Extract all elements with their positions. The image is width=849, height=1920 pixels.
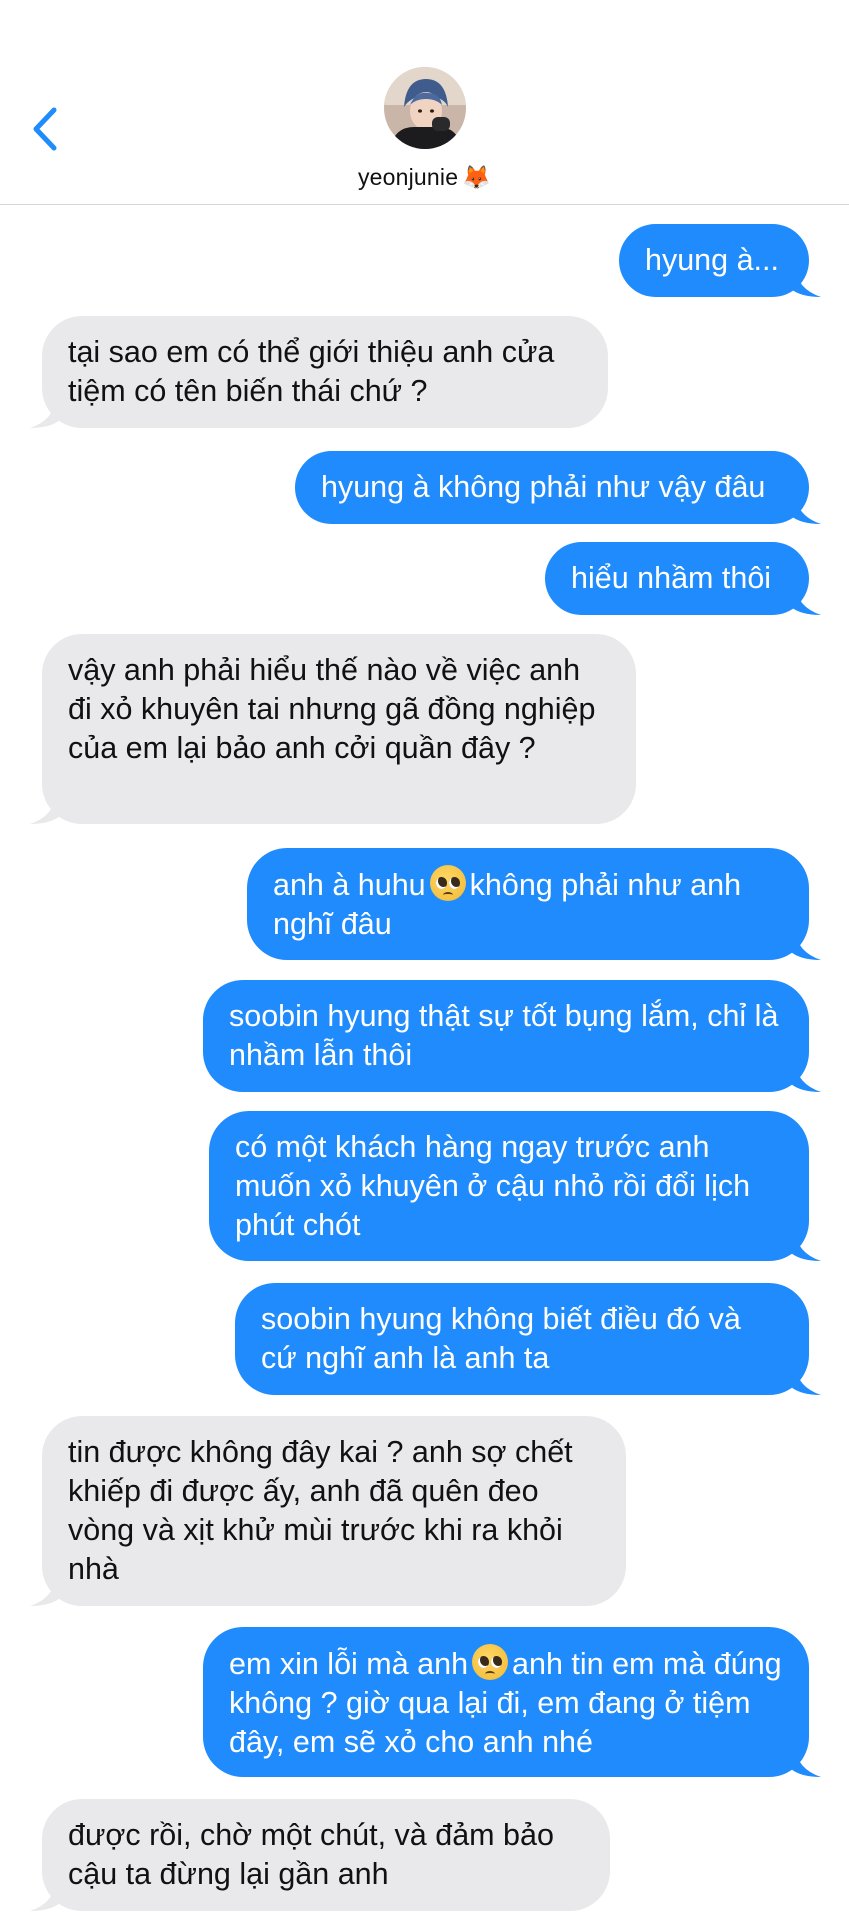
chevron-left-icon[interactable] <box>30 104 60 154</box>
message-sent[interactable]: soobin hyung không biết điều đó và cứ ng… <box>235 1283 821 1395</box>
message-sent[interactable]: hyung à... <box>619 224 821 297</box>
bubble-tail <box>791 494 821 524</box>
message-sent[interactable]: hiểu nhầm thôi <box>545 542 821 615</box>
message-sent[interactable]: hyung à không phải như vậy đâu <box>295 451 821 524</box>
message-bubble: soobin hyung thật sự tốt bụng lắm, chỉ l… <box>203 980 821 1092</box>
contact-name[interactable]: yeonjunie 🦊 <box>0 164 849 191</box>
bubble-tail <box>30 794 60 824</box>
message-received[interactable]: được rồi, chờ một chút, và đảm bảo cậu t… <box>30 1799 610 1911</box>
message-text: được rồi, chờ một chút, và đảm bảo cậu t… <box>68 1818 554 1891</box>
bubble-tail <box>791 1231 821 1261</box>
fox-emoji: 🦊 <box>462 164 492 190</box>
message-text: soobin hyung không biết điều đó và cứ ng… <box>261 1302 741 1375</box>
bubble-tail <box>30 1576 60 1606</box>
bubble-tail <box>791 1365 821 1395</box>
message-text: hiểu nhầm thôi <box>571 561 772 595</box>
pleading-face-emoji <box>429 865 466 901</box>
message-thread: hyung à... tại sao em có thể giới thiệu … <box>0 204 849 1920</box>
message-bubble: có một khách hàng ngay trước anh muốn xỏ… <box>209 1111 821 1261</box>
message-bubble: được rồi, chờ một chút, và đảm bảo cậu t… <box>30 1799 610 1911</box>
avatar[interactable] <box>384 67 466 149</box>
pleading-face-emoji <box>472 1644 509 1680</box>
message-sent[interactable]: có một khách hàng ngay trước anh muốn xỏ… <box>209 1111 821 1261</box>
message-bubble: tin được không đây kai ? anh sợ chết khi… <box>30 1416 626 1606</box>
message-bubble: hyung à... <box>619 224 821 297</box>
message-bubble: em xin lỗi mà anh anh tin em mà đúng khôn… <box>203 1627 821 1777</box>
bubble-tail <box>791 930 821 960</box>
message-bubble: hiểu nhầm thôi <box>545 542 821 615</box>
bubble-tail <box>791 1747 821 1777</box>
contact-name-text: yeonjunie <box>357 164 459 190</box>
bubble-tail <box>30 398 60 428</box>
bubble-tail <box>791 1062 821 1092</box>
message-text: tin được không đây kai ? anh sợ chết khi… <box>68 1435 573 1586</box>
message-bubble: soobin hyung không biết điều đó và cứ ng… <box>235 1283 821 1395</box>
message-bubble: hyung à không phải như vậy đâu <box>295 451 821 524</box>
bubble-tail <box>791 585 821 615</box>
message-sent[interactable]: anh à huhu không phải như anh nghĩ đâu <box>247 848 821 960</box>
conversation-header: yeonjunie 🦊 <box>0 0 849 205</box>
message-sent[interactable]: soobin hyung thật sự tốt bụng lắm, chỉ l… <box>203 980 821 1092</box>
message-text: hyung à không phải như vậy đâu <box>321 470 766 504</box>
message-text: hyung à... <box>645 243 779 277</box>
message-text: tại sao em có thể giới thiệu anh cửa tiệ… <box>68 335 555 408</box>
message-received[interactable]: vậy anh phải hiểu thế nào về việc anh đi… <box>30 634 636 824</box>
message-bubble: vậy anh phải hiểu thế nào về việc anh đi… <box>30 634 636 824</box>
bubble-tail <box>30 1881 60 1911</box>
bubble-tail <box>791 267 821 297</box>
message-text: em xin lỗi mà anh <box>229 1647 469 1681</box>
message-text: vậy anh phải hiểu thế nào về việc anh đi… <box>68 653 596 765</box>
message-bubble: anh à huhu không phải như anh nghĩ đâu <box>247 848 821 960</box>
message-received[interactable]: tại sao em có thể giới thiệu anh cửa tiệ… <box>30 316 608 428</box>
message-text: có một khách hàng ngay trước anh muốn xỏ… <box>235 1130 751 1242</box>
message-bubble: tại sao em có thể giới thiệu anh cửa tiệ… <box>30 316 608 428</box>
message-received[interactable]: tin được không đây kai ? anh sợ chết khi… <box>30 1416 626 1606</box>
message-text: soobin hyung thật sự tốt bụng lắm, chỉ l… <box>229 999 779 1072</box>
message-text: anh à huhu <box>273 868 426 902</box>
message-sent[interactable]: em xin lỗi mà anh anh tin em mà đúng khôn… <box>203 1627 821 1777</box>
